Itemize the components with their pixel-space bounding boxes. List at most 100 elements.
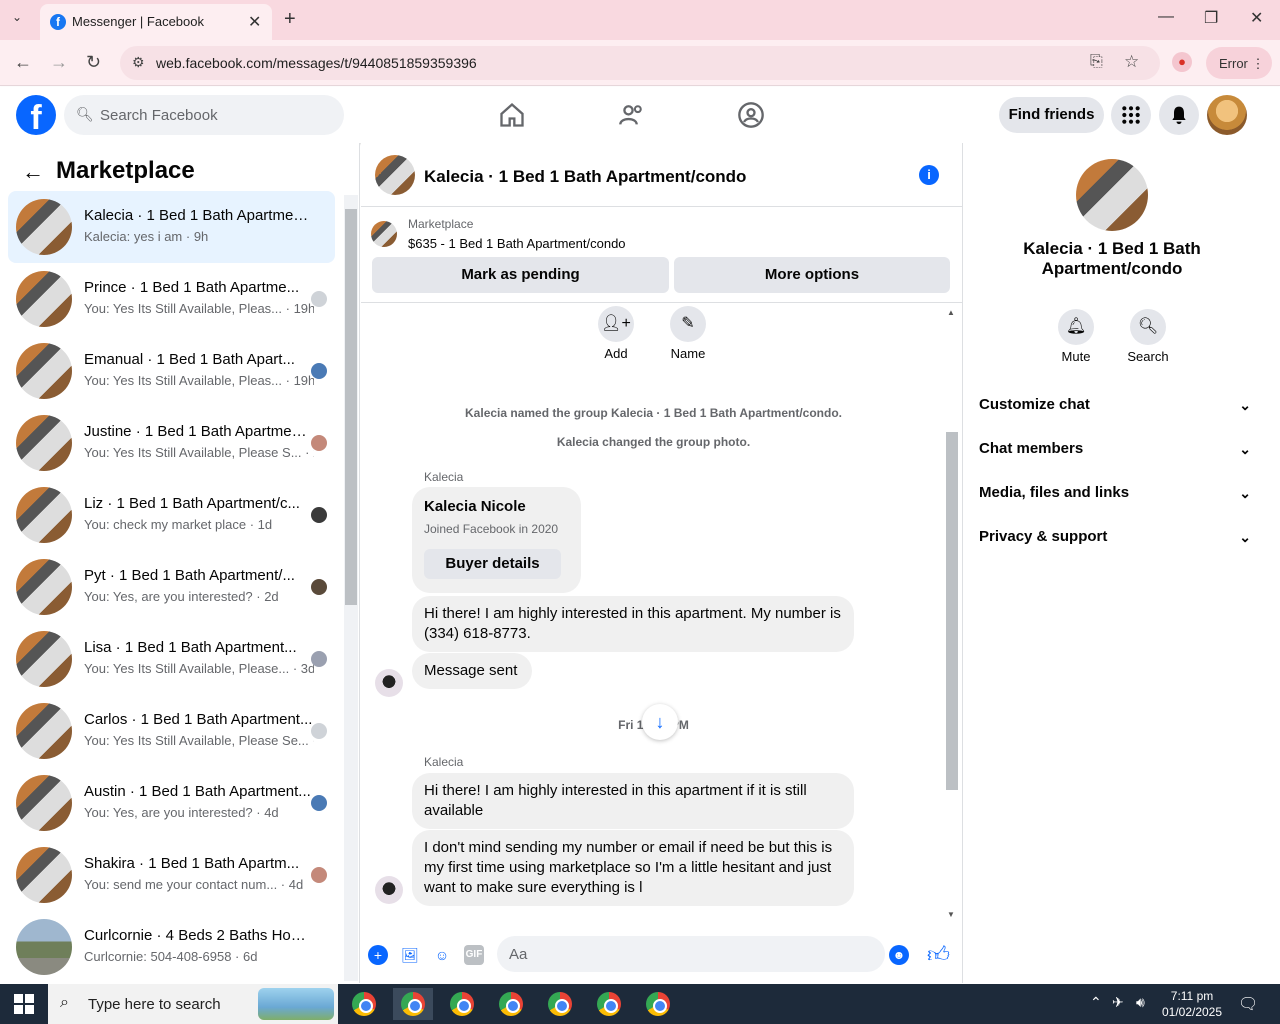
groups-icon[interactable] bbox=[737, 101, 765, 129]
search-highlight-image[interactable] bbox=[258, 988, 334, 1020]
mark-as-pending-button[interactable]: Mark as pending bbox=[372, 257, 669, 293]
taskbar-chrome-app[interactable] bbox=[491, 988, 531, 1020]
taskbar-chrome-app[interactable] bbox=[344, 988, 384, 1020]
notifications-center-icon[interactable]: 🗨︎ bbox=[1238, 994, 1258, 1014]
windows-start-icon[interactable] bbox=[14, 994, 34, 1014]
browser-tab-messenger[interactable]: f Messenger | Facebook ✕ bbox=[40, 4, 272, 40]
taskbar-chrome-app[interactable] bbox=[442, 988, 482, 1020]
windows-taskbar: ⌕ ⌃ ✈ 🔊︎ 7:11 pm 01/02/2025 🗨︎ bbox=[0, 984, 1280, 1024]
conversation-thumbnail bbox=[16, 415, 72, 471]
emoji-icon[interactable]: ☻ bbox=[889, 945, 909, 965]
taskbar-clock[interactable]: 7:11 pm 01/02/2025 bbox=[1158, 988, 1226, 1020]
conversation-item[interactable]: Justine · 1 Bed 1 Bath Apartment... You: … bbox=[8, 407, 335, 479]
bookmark-star-icon[interactable]: ☆ bbox=[1124, 52, 1139, 72]
facebook-search-input[interactable] bbox=[100, 95, 330, 135]
taskbar-chrome-app[interactable] bbox=[589, 988, 629, 1020]
menu-grid-button[interactable] bbox=[1111, 95, 1151, 135]
restore-icon[interactable]: ❐ bbox=[1204, 8, 1218, 28]
add-label: Add bbox=[604, 346, 628, 361]
taskbar-search-input[interactable] bbox=[88, 992, 258, 1016]
reload-icon[interactable]: ↻ bbox=[86, 52, 101, 73]
attach-photo-icon[interactable]: 🖼︎ bbox=[400, 945, 420, 965]
listing-price-title[interactable]: $635 - 1 Bed 1 Bath Apartment/condo bbox=[408, 236, 626, 251]
info-icon[interactable]: i bbox=[919, 165, 939, 185]
install-app-icon[interactable]: ⎘ bbox=[1090, 53, 1103, 71]
sender-avatar[interactable] bbox=[375, 669, 403, 697]
chat-header: Kalecia · 1 Bed 1 Bath Apartment/condo i bbox=[361, 143, 963, 207]
back-arrow-icon[interactable]: ← bbox=[22, 159, 44, 185]
conversation-item[interactable]: Emanual · 1 Bed 1 Bath Apart... You: Yes … bbox=[8, 335, 335, 407]
conversation-item[interactable]: Austin · 1 Bed 1 Bath Apartment... You: Y… bbox=[8, 767, 335, 839]
sender-avatar[interactable] bbox=[375, 876, 403, 904]
conversation-item[interactable]: Shakira · 1 Bed 1 Bath Apartm... You: sen… bbox=[8, 839, 335, 911]
scroll-up-icon[interactable]: ▲ bbox=[947, 308, 955, 317]
find-friends-button[interactable]: Find friends bbox=[999, 97, 1104, 133]
tab-close-icon[interactable]: ✕ bbox=[248, 12, 261, 32]
conversation-item[interactable]: Curlcornie · 4 Beds 2 Baths House Curlcor… bbox=[8, 911, 335, 983]
taskbar-search[interactable]: ⌕ bbox=[48, 984, 338, 1024]
profile-error-button[interactable]: Error ⋮ bbox=[1206, 47, 1272, 79]
omnibox[interactable]: ⚙ web.facebook.com/messages/t/9440851859… bbox=[120, 46, 1160, 80]
taskbar-chrome-app[interactable] bbox=[393, 988, 433, 1020]
forward-arrow-icon[interactable]: → bbox=[50, 52, 68, 73]
site-info-icon[interactable]: ⚙ bbox=[132, 54, 145, 71]
facebook-search[interactable]: 🔍︎ bbox=[64, 95, 344, 135]
conversation-item[interactable]: Kalecia · 1 Bed 1 Bath Apartmen... Kaleci… bbox=[8, 191, 335, 263]
conversation-item[interactable]: Carlos · 1 Bed 1 Bath Apartment... You: Y… bbox=[8, 695, 335, 767]
conversation-item[interactable]: Pyt · 1 Bed 1 Bath Apartment/... You: Yes… bbox=[8, 551, 335, 623]
mute-bell-icon[interactable]: 🔔︎ bbox=[1058, 309, 1094, 345]
profile-icon[interactable]: ● bbox=[1172, 52, 1192, 72]
home-icon[interactable] bbox=[498, 101, 526, 129]
window-close-icon[interactable]: ✕ bbox=[1250, 8, 1263, 28]
chat-members-row[interactable]: Chat members ⌄ bbox=[979, 427, 1251, 471]
minimize-icon[interactable]: — bbox=[1158, 8, 1174, 26]
chat-thumbnail[interactable] bbox=[375, 155, 415, 195]
message-bubble: Message sent bbox=[412, 653, 532, 689]
chat-profile-photo[interactable] bbox=[1076, 159, 1148, 231]
sticker-icon[interactable]: ☺ bbox=[432, 945, 452, 965]
scrollbar-thumb[interactable] bbox=[345, 209, 357, 605]
listing-thumbnail[interactable] bbox=[371, 221, 397, 247]
message-bubble: I don't mind sending my number or email … bbox=[412, 830, 854, 906]
taskbar-chrome-app[interactable] bbox=[540, 988, 580, 1020]
more-options-button[interactable]: More options bbox=[674, 257, 950, 293]
network-icon[interactable]: ✈ bbox=[1112, 994, 1124, 1011]
system-message: Kalecia named the group Kalecia · 1 Bed … bbox=[465, 406, 842, 420]
conversation-item[interactable]: Lisa · 1 Bed 1 Bath Apartment... You: Yes… bbox=[8, 623, 335, 695]
gif-icon[interactable]: GIF bbox=[464, 945, 484, 965]
scrollbar-thumb[interactable] bbox=[946, 432, 958, 790]
notifications-button[interactable] bbox=[1159, 95, 1199, 135]
conversation-item[interactable]: Liz · 1 Bed 1 Bath Apartment/c... You: ch… bbox=[8, 479, 335, 551]
friends-icon[interactable] bbox=[618, 101, 646, 129]
chrome-icon bbox=[499, 992, 523, 1016]
facebook-header: f 🔍︎ Find friends bbox=[0, 87, 1280, 143]
thumbs-up-icon[interactable]: 👍︎ bbox=[927, 941, 950, 968]
chat-title[interactable]: Kalecia · 1 Bed 1 Bath Apartment/condo bbox=[424, 167, 746, 187]
privacy-support-row[interactable]: Privacy & support ⌄ bbox=[979, 515, 1251, 559]
media-files-links-row[interactable]: Media, files and links ⌄ bbox=[979, 471, 1251, 515]
message-thread[interactable]: 👤︎+ Add ✎ Name Kalecia named the group K… bbox=[361, 304, 946, 924]
more-actions-plus-icon[interactable]: + bbox=[368, 945, 388, 965]
conversation-list-scrollbar[interactable] bbox=[344, 195, 358, 981]
message-input[interactable] bbox=[497, 936, 885, 972]
customize-chat-row[interactable]: Customize chat ⌄ bbox=[979, 383, 1251, 427]
add-people-icon[interactable]: 👤︎+ bbox=[598, 306, 634, 342]
volume-icon[interactable]: 🔊︎ bbox=[1136, 994, 1145, 1011]
taskbar-chrome-app[interactable] bbox=[638, 988, 678, 1020]
scroll-to-bottom-icon[interactable]: ↓ bbox=[642, 704, 678, 740]
new-tab-icon[interactable]: + bbox=[284, 8, 296, 31]
buyer-details-button[interactable]: Buyer details bbox=[424, 549, 561, 579]
tab-search-chevron-icon[interactable]: ⌄ bbox=[12, 10, 22, 24]
seen-avatar bbox=[311, 291, 327, 307]
back-arrow-icon[interactable]: ← bbox=[14, 52, 32, 73]
search-icon[interactable]: 🔍︎ bbox=[1130, 309, 1166, 345]
conversation-item[interactable]: Prince · 1 Bed 1 Bath Apartme... You: Yes… bbox=[8, 263, 335, 335]
conversation-preview: You: Yes Its Still Available, Please S..… bbox=[84, 445, 314, 460]
chat-scrollbar[interactable]: ▲ ▼ bbox=[945, 306, 959, 922]
facebook-logo-icon[interactable]: f bbox=[16, 95, 56, 137]
scroll-down-icon[interactable]: ▼ bbox=[947, 910, 955, 919]
edit-name-icon[interactable]: ✎ bbox=[670, 306, 706, 342]
show-hidden-icons-icon[interactable]: ⌃ bbox=[1090, 994, 1102, 1011]
account-avatar[interactable] bbox=[1207, 95, 1247, 135]
kebab-menu-icon[interactable]: ⋮ bbox=[1252, 56, 1265, 71]
